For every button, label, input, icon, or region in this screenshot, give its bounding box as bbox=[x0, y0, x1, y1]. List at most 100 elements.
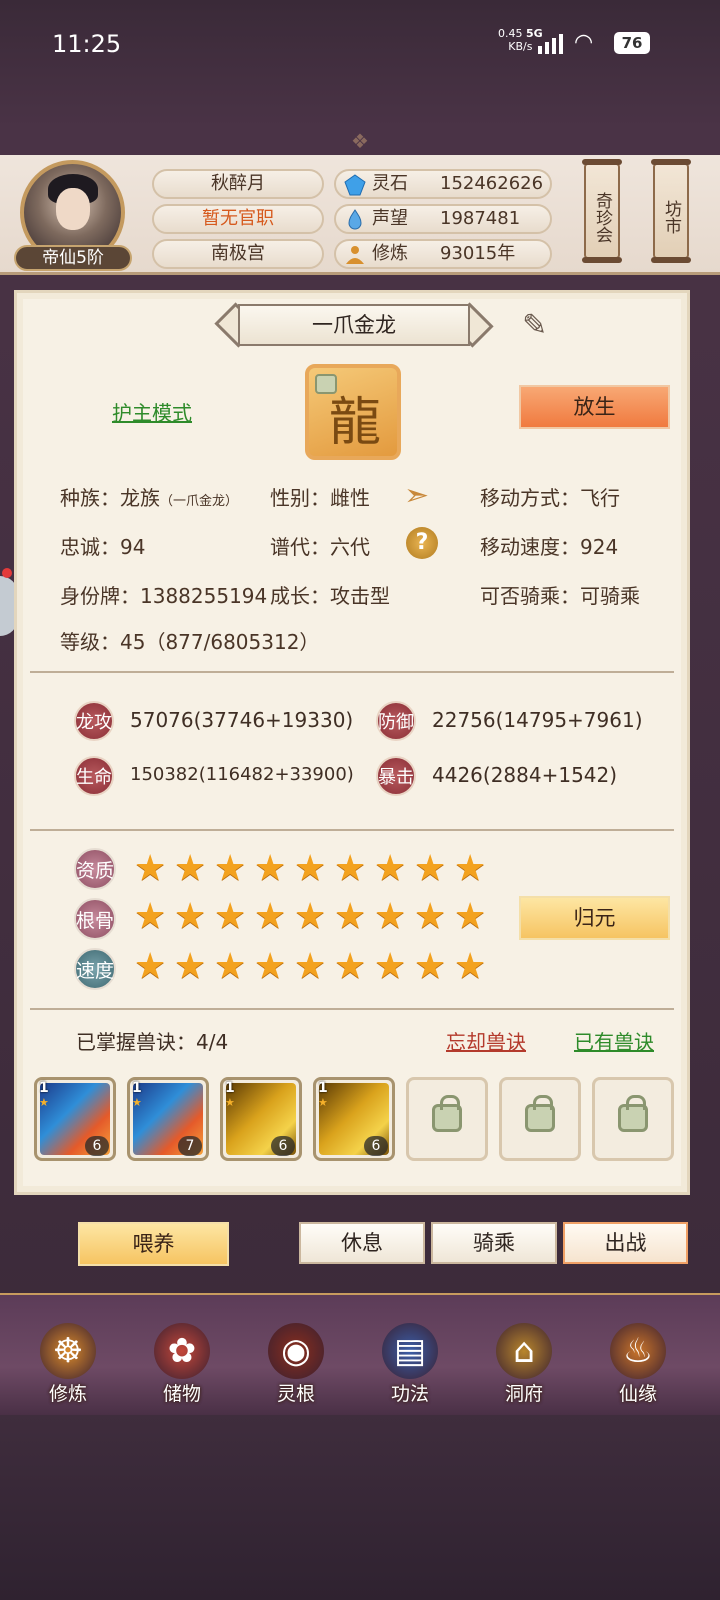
player-header: ❖ 帝仙5阶 秋醉月 暂无官职 南极宫 灵石 152462626 声望 1987… bbox=[0, 129, 720, 275]
bone-stars: ★ ★ ★ ★ ★ ★ ★ ★ ★ bbox=[134, 899, 490, 935]
bone-seal: 根骨 bbox=[74, 898, 116, 940]
reset-button[interactable]: 归元 bbox=[519, 896, 670, 940]
divider bbox=[30, 829, 674, 831]
help-icon[interactable]: ? bbox=[406, 527, 438, 559]
star-icon: ★ bbox=[454, 848, 487, 889]
owned-skills-link[interactable]: 已有兽诀 bbox=[574, 1026, 654, 1055]
skill-level: 1 bbox=[225, 1080, 235, 1096]
skill-slot[interactable]: 1 ★ 6 bbox=[220, 1077, 302, 1161]
lock-icon bbox=[525, 1095, 555, 1132]
nav-spirit-root[interactable]: ◉ 灵根 bbox=[246, 1305, 346, 1411]
skill-count: 6 bbox=[364, 1136, 388, 1156]
star-icon: ★ bbox=[454, 896, 487, 937]
defense-seal: 防御 bbox=[376, 701, 416, 741]
star-icon: ★ bbox=[214, 848, 247, 889]
battle-button[interactable]: 出战 bbox=[563, 1222, 688, 1264]
ride-button[interactable]: 骑乘 bbox=[431, 1222, 557, 1264]
status-time: 11:25 bbox=[52, 30, 122, 58]
star-icon: ★ bbox=[294, 896, 327, 937]
aptitude-stars: ★ ★ ★ ★ ★ ★ ★ ★ ★ bbox=[134, 851, 490, 887]
aptitude-seal: 资质 bbox=[74, 848, 116, 890]
info-level: 等级：45（877/6805312） bbox=[60, 630, 320, 654]
star-icon: ★ bbox=[174, 848, 207, 889]
star-icon: ★ bbox=[334, 946, 367, 987]
locked-skill-slot[interactable] bbox=[592, 1077, 674, 1161]
skill-slot[interactable]: 1 ★ 7 bbox=[127, 1077, 209, 1161]
attack-value: 57076(37746+19330) bbox=[130, 708, 354, 732]
spirit-stone-icon bbox=[344, 174, 366, 196]
gender-arrow-icon[interactable]: ➣ bbox=[404, 478, 429, 513]
nav-technique-book[interactable]: ▤ 功法 bbox=[360, 1305, 460, 1411]
rest-button[interactable]: 休息 bbox=[299, 1222, 425, 1264]
star-icon: ★ bbox=[254, 896, 287, 937]
release-button[interactable]: 放生 bbox=[519, 385, 670, 429]
crit-value: 4426(2884+1542) bbox=[432, 763, 618, 787]
star-icon: ★ bbox=[225, 1096, 235, 1109]
star-icon: ★ bbox=[414, 848, 447, 889]
forget-skill-link[interactable]: 忘却兽诀 bbox=[446, 1026, 526, 1055]
reputation-icon bbox=[344, 209, 366, 231]
nav-gourd[interactable]: ♨ 仙缘 bbox=[588, 1305, 688, 1411]
realm-badge: 帝仙5阶 bbox=[14, 245, 132, 271]
player-name: 秋醉月 bbox=[152, 169, 324, 199]
notification-dot bbox=[2, 568, 12, 578]
resource-cultivation: 修炼 93015年 bbox=[334, 239, 552, 269]
star-icon: ★ bbox=[294, 946, 327, 987]
star-icon: ★ bbox=[174, 896, 207, 937]
star-icon: ★ bbox=[214, 946, 247, 987]
skill-slot[interactable]: 1 ★ 6 bbox=[34, 1077, 116, 1161]
skill-count: 6 bbox=[85, 1136, 109, 1156]
star-icon: ★ bbox=[254, 946, 287, 987]
info-loyalty: 忠诚：94 bbox=[60, 535, 146, 559]
dragon-icon: 龍 bbox=[329, 393, 382, 453]
market-button[interactable]: 坊市 bbox=[651, 159, 691, 263]
cultivation-nav-icon: ☸ bbox=[40, 1323, 96, 1379]
info-id-tag: 身份牌：1388255194 bbox=[60, 584, 268, 608]
info-race: 种族：龙族（一爪金龙） bbox=[60, 486, 239, 510]
technique-book-icon: ▤ bbox=[382, 1323, 438, 1379]
pet-name-plate: 一爪金龙 bbox=[214, 302, 494, 348]
skill-level: 1 bbox=[132, 1080, 142, 1096]
info-generation: 谱代：六代 bbox=[270, 535, 370, 559]
star-icon: ★ bbox=[318, 1096, 328, 1109]
gourd-icon: ♨ bbox=[610, 1323, 666, 1379]
info-move-type: 移动方式：飞行 bbox=[480, 486, 620, 510]
cave-mansion-icon: ⌂ bbox=[496, 1323, 552, 1379]
skills-mastered: 已掌握兽诀：4/4 bbox=[76, 1030, 229, 1054]
resource-spirit-stone: 灵石 152462626 bbox=[334, 169, 552, 199]
cultivation-icon bbox=[344, 244, 366, 266]
pet-manual-icon[interactable]: ✎ bbox=[522, 308, 570, 348]
nav-cave-mansion[interactable]: ⌂ 洞府 bbox=[474, 1305, 574, 1411]
star-icon: ★ bbox=[334, 896, 367, 937]
spirit-root-icon: ◉ bbox=[268, 1323, 324, 1379]
locked-skill-slot[interactable] bbox=[499, 1077, 581, 1161]
skill-slot[interactable]: 1 ★ 6 bbox=[313, 1077, 395, 1161]
pet-name: 一爪金龙 bbox=[238, 304, 470, 346]
speed-seal: 速度 bbox=[74, 948, 116, 990]
star-icon: ★ bbox=[374, 848, 407, 889]
star-icon: ★ bbox=[134, 946, 167, 987]
star-icon: ★ bbox=[374, 896, 407, 937]
header-ornament: ❖ bbox=[351, 129, 369, 153]
star-icon: ★ bbox=[132, 1096, 142, 1109]
skill-level: 1 bbox=[39, 1080, 49, 1096]
star-icon: ★ bbox=[414, 896, 447, 937]
star-icon: ★ bbox=[414, 946, 447, 987]
star-icon: ★ bbox=[294, 848, 327, 889]
network-speed: 0.45 5G KB/s bbox=[498, 27, 543, 53]
status-bar: 11:25 0.45 5G KB/s ◠ 76 bbox=[0, 0, 720, 90]
info-gender: 性别：雌性 bbox=[270, 486, 370, 510]
star-icon: ★ bbox=[454, 946, 487, 987]
wifi-icon: ◠ bbox=[574, 30, 594, 55]
info-rideable: 可否骑乘：可骑乘 bbox=[480, 584, 640, 608]
pet-portrait[interactable]: 龍 bbox=[305, 364, 401, 460]
nav-cultivation-nav[interactable]: ☸ 修炼 bbox=[18, 1305, 118, 1411]
bottom-background bbox=[0, 1415, 720, 1600]
star-icon: ★ bbox=[39, 1096, 49, 1109]
guard-mode-link[interactable]: 护主模式 bbox=[112, 397, 192, 426]
feed-button[interactable]: 喂养 bbox=[78, 1222, 229, 1266]
player-sect: 南极宫 bbox=[152, 239, 324, 269]
treasure-fair-button[interactable]: 奇珍会 bbox=[582, 159, 622, 263]
nav-storage-bag[interactable]: ✿ 储物 bbox=[132, 1305, 232, 1411]
locked-skill-slot[interactable] bbox=[406, 1077, 488, 1161]
